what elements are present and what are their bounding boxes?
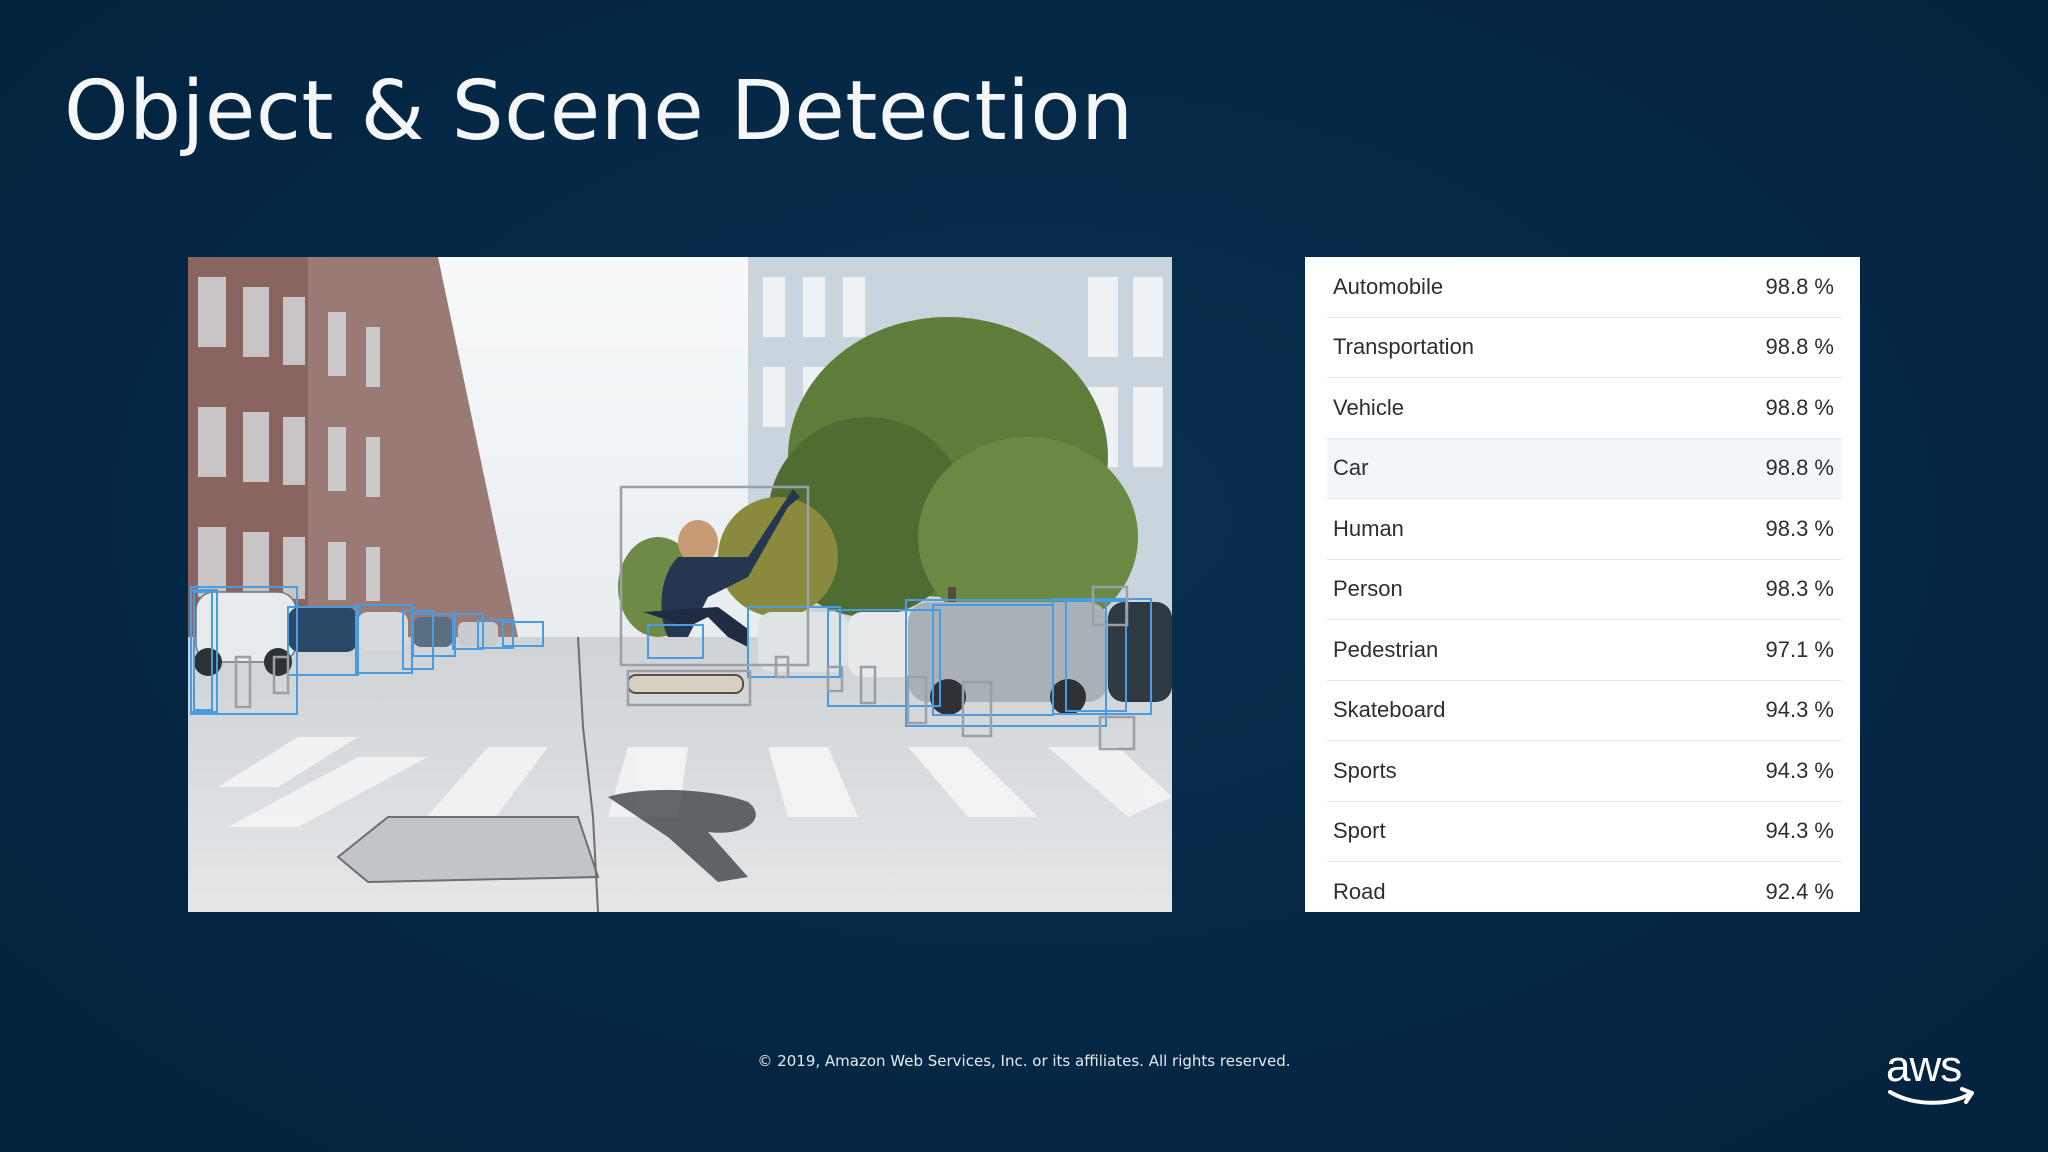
label-row: Person 98.3 % [1327,560,1842,620]
label-row: Sports 94.3 % [1327,741,1842,802]
street-scene-image [188,257,1172,912]
label-confidence: 98.8 % [1765,273,1835,299]
label-confidence: 94.3 % [1765,818,1835,844]
label-confidence: 98.8 % [1765,455,1835,481]
label-row: Automobile 98.8 % [1327,257,1842,318]
label-row: Skateboard 94.3 % [1327,681,1842,741]
label-name: Transportation [1333,334,1475,360]
label-name: Vehicle [1333,394,1404,420]
label-row: Pedestrian 97.1 % [1327,620,1842,681]
label-name: Sports [1333,757,1397,783]
label-confidence: 98.3 % [1765,515,1835,541]
slide: Object & Scene Detection Automobile 98.8… [0,0,2048,1152]
label-row-highlighted: Car 98.8 % [1327,438,1842,499]
label-row: Human 98.3 % [1327,499,1842,560]
label-name: Pedestrian [1333,636,1439,662]
label-row: Vehicle 98.8 % [1327,378,1842,439]
label-name: Person [1333,576,1403,602]
slide-title: Object & Scene Detection [64,64,1134,159]
label-name: Human [1333,515,1404,541]
label-confidence: 94.3 % [1765,757,1835,783]
label-name: Road [1333,878,1386,904]
label-confidence: 98.8 % [1765,394,1835,420]
label-name: Sport [1333,818,1386,844]
label-name: Automobile [1333,273,1444,299]
label-confidence: 94.3 % [1765,697,1835,723]
detection-labels-panel: Automobile 98.8 % Transportation 98.8 % … [1305,257,1860,912]
label-row: Transportation 98.8 % [1327,318,1842,378]
aws-logo: aws [1884,1042,1980,1112]
copyright-footer: © 2019, Amazon Web Services, Inc. or its… [757,1052,1291,1070]
aws-smile-icon [1888,1087,1974,1105]
label-confidence: 98.8 % [1765,334,1835,360]
label-row: Sport 94.3 % [1327,802,1842,862]
label-name: Car [1333,455,1369,481]
label-confidence: 98.3 % [1765,576,1835,602]
label-confidence: 92.4 % [1765,878,1835,904]
detection-photo [188,257,1172,912]
label-confidence: 97.1 % [1765,636,1835,662]
label-name: Skateboard [1333,697,1446,723]
label-row: Road 92.4 % [1327,862,1842,922]
